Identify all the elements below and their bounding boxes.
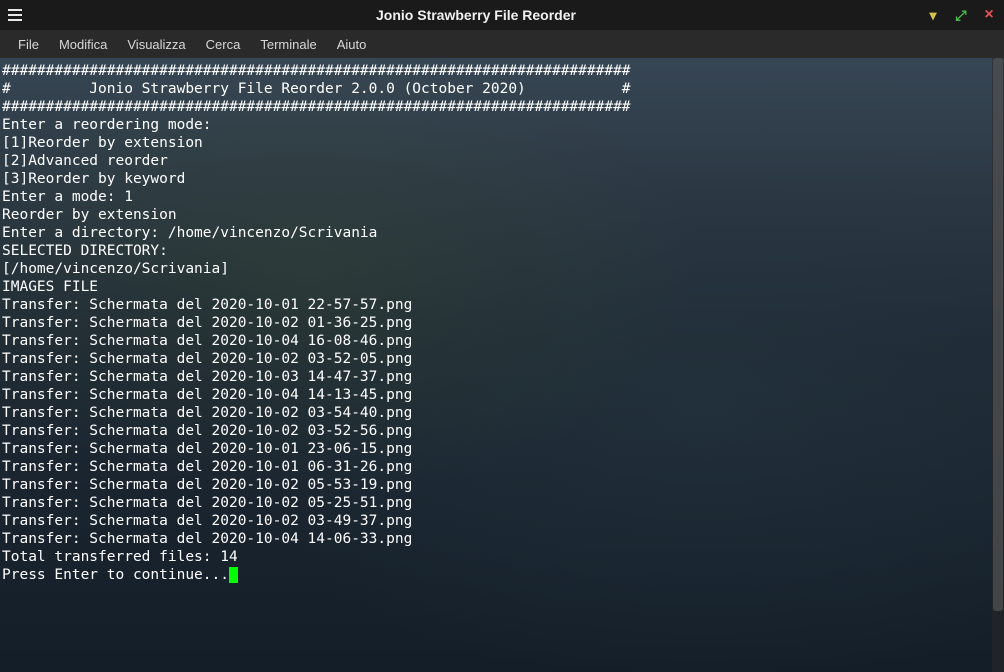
terminal-output[interactable]: ########################################… — [0, 58, 1004, 672]
terminal-line: Transfer: Schermata del 2020-10-01 22-57… — [2, 296, 1002, 314]
terminal-line: SELECTED DIRECTORY: — [2, 242, 1002, 260]
menubar: File Modifica Visualizza Cerca Terminale… — [0, 30, 1004, 58]
terminal-line: Transfer: Schermata del 2020-10-04 14-06… — [2, 530, 1002, 548]
terminal-line: Transfer: Schermata del 2020-10-02 03-49… — [2, 512, 1002, 530]
terminal-line: Transfer: Schermata del 2020-10-04 14-13… — [2, 386, 1002, 404]
menu-aiuto[interactable]: Aiuto — [327, 33, 377, 56]
terminal-line: ########################################… — [2, 62, 1002, 80]
terminal-line: Transfer: Schermata del 2020-10-03 14-47… — [2, 368, 1002, 386]
terminal-line: Transfer: Schermata del 2020-10-02 03-54… — [2, 404, 1002, 422]
maximize-icon[interactable]: ⤢ — [954, 8, 968, 22]
terminal-line: Enter a directory: /home/vincenzo/Scriva… — [2, 224, 1002, 242]
terminal-line: Transfer: Schermata del 2020-10-01 23-06… — [2, 440, 1002, 458]
menu-visualizza[interactable]: Visualizza — [117, 33, 195, 56]
terminal-line: Enter a reordering mode: — [2, 116, 1002, 134]
window-controls: ▾ ⤢ × — [926, 8, 996, 22]
terminal-line: [2]Advanced reorder — [2, 152, 1002, 170]
titlebar: Jonio Strawberry File Reorder ▾ ⤢ × — [0, 0, 1004, 30]
terminal-line: [1]Reorder by extension — [2, 134, 1002, 152]
terminal-line: IMAGES FILE — [2, 278, 1002, 296]
terminal-line: Press Enter to continue... — [2, 566, 1002, 584]
menu-modifica[interactable]: Modifica — [49, 33, 117, 56]
terminal-line: Enter a mode: 1 — [2, 188, 1002, 206]
terminal-line: Transfer: Schermata del 2020-10-02 03-52… — [2, 350, 1002, 368]
terminal-line: Total transferred files: 14 — [2, 548, 1002, 566]
menu-terminale[interactable]: Terminale — [250, 33, 326, 56]
terminal-line: # Jonio Strawberry File Reorder 2.0.0 (O… — [2, 80, 1002, 98]
close-icon[interactable]: × — [982, 8, 996, 22]
terminal-line: Transfer: Schermata del 2020-10-04 16-08… — [2, 332, 1002, 350]
menu-file[interactable]: File — [8, 33, 49, 56]
terminal-line: Transfer: Schermata del 2020-10-02 05-25… — [2, 494, 1002, 512]
window-title: Jonio Strawberry File Reorder — [26, 7, 926, 23]
terminal-line: Transfer: Schermata del 2020-10-01 06-31… — [2, 458, 1002, 476]
cursor — [229, 567, 238, 583]
menu-cerca[interactable]: Cerca — [196, 33, 251, 56]
scrollbar[interactable] — [992, 58, 1004, 672]
hamburger-menu-icon[interactable] — [8, 6, 26, 24]
terminal-line: Transfer: Schermata del 2020-10-02 05-53… — [2, 476, 1002, 494]
terminal-line: Reorder by extension — [2, 206, 1002, 224]
terminal-line: Transfer: Schermata del 2020-10-02 01-36… — [2, 314, 1002, 332]
terminal-line: [3]Reorder by keyword — [2, 170, 1002, 188]
terminal-line: Transfer: Schermata del 2020-10-02 03-52… — [2, 422, 1002, 440]
terminal-line: ########################################… — [2, 98, 1002, 116]
scrollbar-thumb[interactable] — [993, 58, 1003, 611]
minimize-icon[interactable]: ▾ — [926, 8, 940, 22]
terminal-line: [/home/vincenzo/Scrivania] — [2, 260, 1002, 278]
